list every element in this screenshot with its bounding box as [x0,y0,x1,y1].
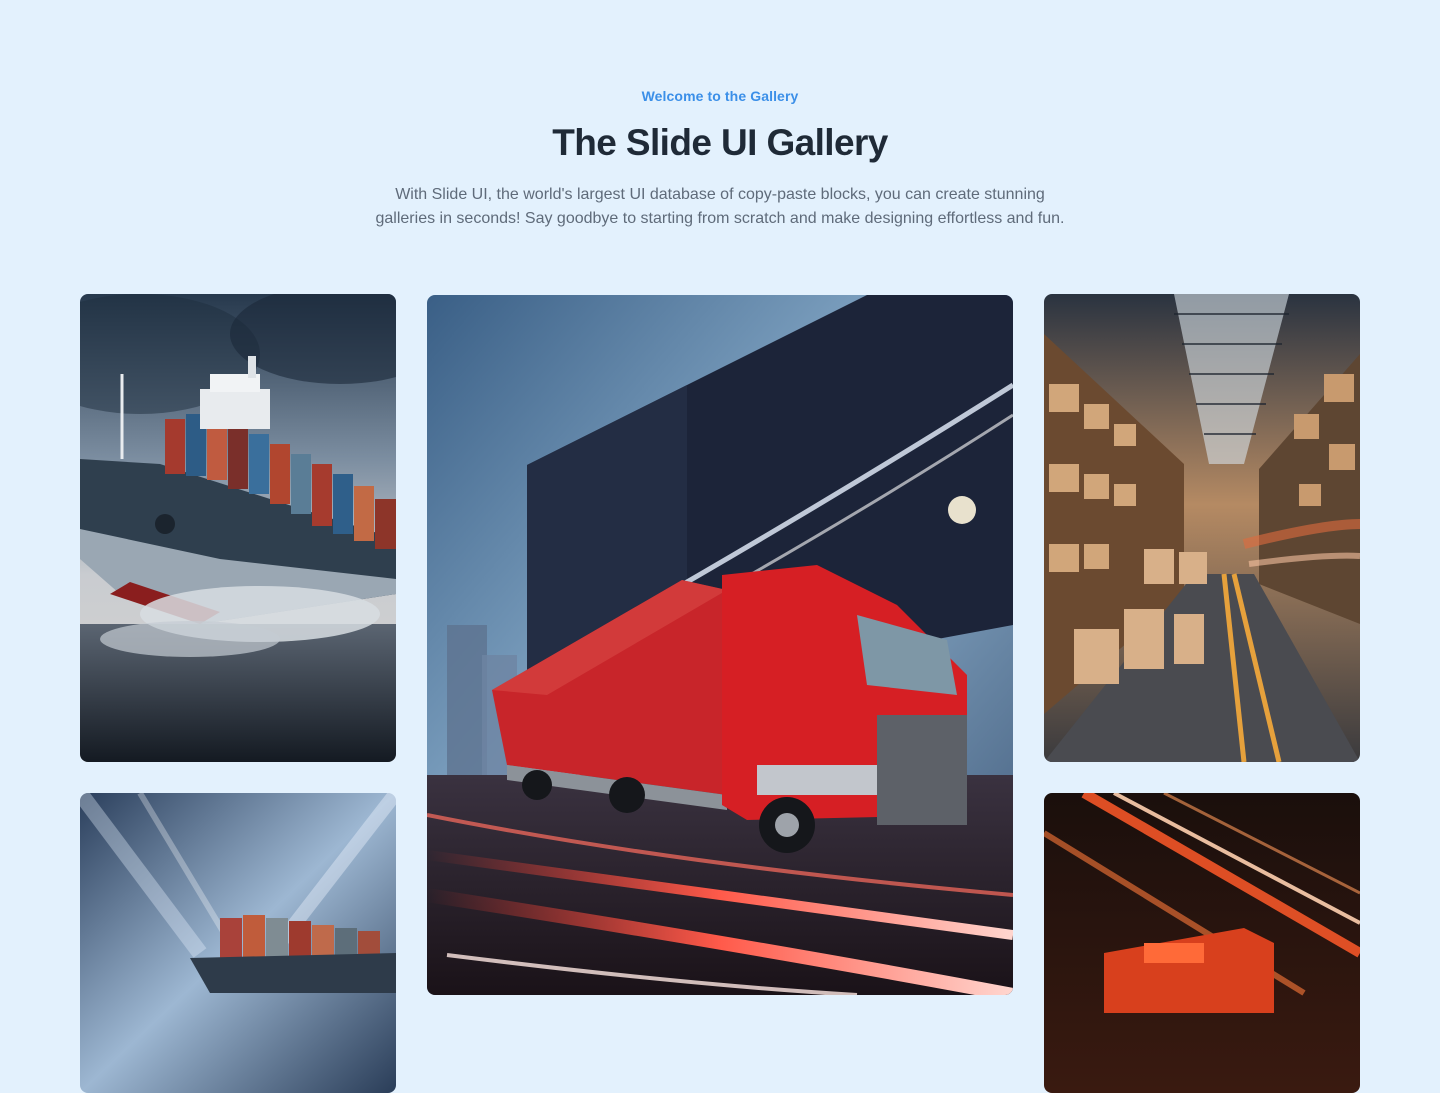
subtitle-line-2: galleries in seconds! Say goodbye to sta… [375,210,1065,227]
gallery-image-orange-truck[interactable] [1044,793,1360,1093]
red-truck-image [427,295,1013,995]
subtitle-line-1: With Slide UI, the world's largest UI da… [395,186,1045,203]
eyebrow-label: Welcome to the Gallery [641,88,799,104]
page-title: The Slide UI Gallery [552,122,888,163]
gallery-image-warehouse[interactable] [1044,294,1360,762]
warehouse-image [1044,294,1360,762]
cargo-ship-image [80,294,396,762]
container-ship-image [80,793,396,1093]
page-subtitle: With Slide UI, the world's largest UI da… [340,183,1100,231]
gallery-image-cargo-ship[interactable] [80,294,396,762]
gallery-image-red-truck[interactable] [427,295,1013,995]
orange-truck-image [1044,793,1360,1093]
gallery-image-container-ship[interactable] [80,793,396,1093]
